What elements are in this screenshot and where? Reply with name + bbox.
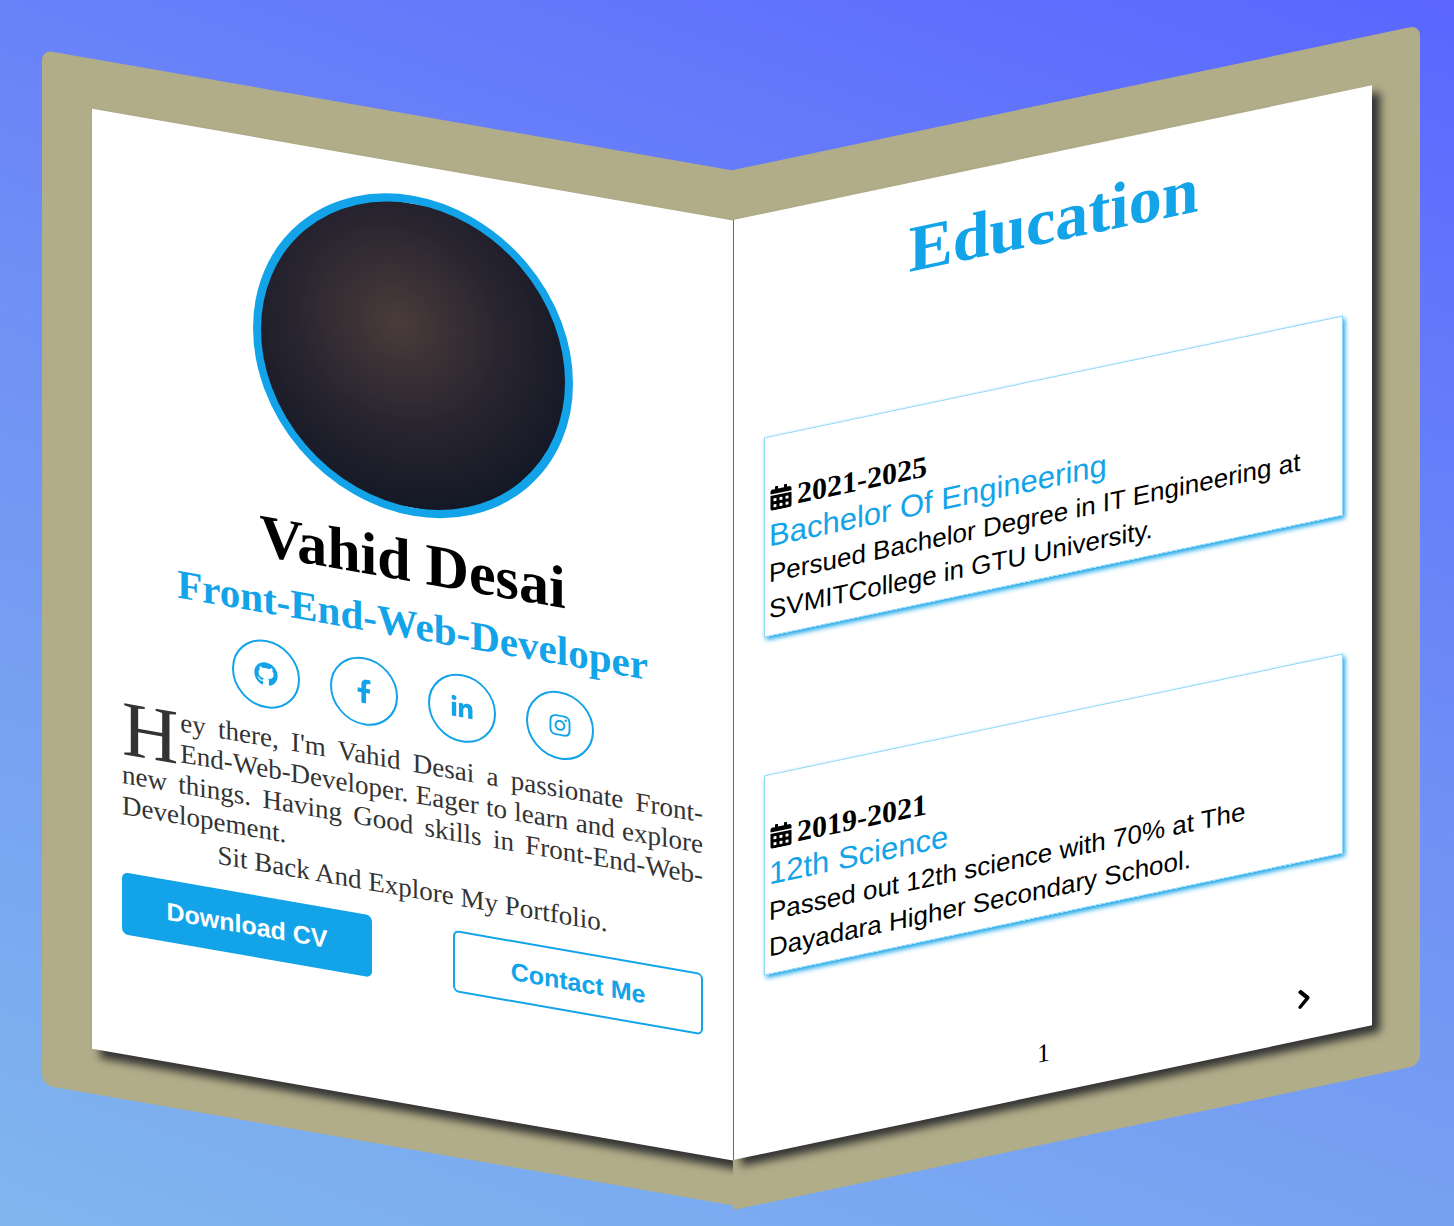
github-icon	[254, 660, 278, 688]
linkedin-icon	[450, 694, 474, 722]
instagram-icon	[548, 711, 572, 739]
education-card: 2019-202112th SciencePassed out 12th sci…	[764, 653, 1343, 975]
contact-button[interactable]: Contact Me	[453, 930, 703, 1036]
education-card: 2021-2025Bachelor Of EngineeringPersued …	[764, 315, 1343, 637]
chevron-right-icon	[1289, 981, 1319, 1017]
page-footer: 1	[764, 971, 1343, 1131]
social-link[interactable]	[428, 668, 496, 748]
left-frame: Vahid DesaiFront-End-Web-DeveloperHey th…	[42, 50, 733, 1206]
facebook-icon	[352, 677, 376, 705]
profile-page: Vahid DesaiFront-End-Web-DeveloperHey th…	[92, 109, 733, 1161]
right-frame: Education2021-2025Bachelor Of Engineerin…	[733, 25, 1420, 1210]
social-link[interactable]	[232, 634, 300, 714]
book: Vahid DesaiFront-End-Web-DeveloperHey th…	[0, 0, 1454, 1210]
social-link[interactable]	[526, 685, 594, 765]
profile-photo	[253, 168, 573, 544]
education-title: Education	[764, 119, 1343, 319]
page-number: 1	[1037, 1037, 1050, 1070]
education-years: 2019-2021	[769, 700, 1336, 855]
calendar-icon	[769, 482, 793, 511]
next-page-button[interactable]	[1285, 976, 1323, 1022]
social-link[interactable]	[330, 651, 398, 731]
education-page: Education2021-2025Bachelor Of Engineerin…	[733, 85, 1372, 1160]
calendar-icon	[769, 820, 793, 849]
